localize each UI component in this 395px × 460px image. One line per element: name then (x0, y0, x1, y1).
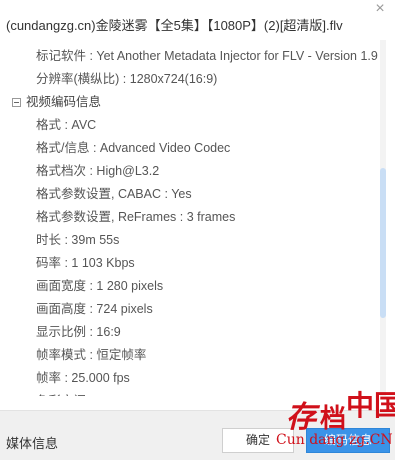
tree-row-label: 画面宽度 : 1 280 pixels (36, 279, 164, 293)
tree-info-row: 格式 : AVC (36, 114, 96, 136)
tree-info-row: 分辨率(横纵比) : 1280x724(16:9) (36, 68, 217, 90)
tree-info-row: 码率 : 1 103 Kbps (36, 252, 135, 274)
tree-section-header[interactable]: 视频编码信息 (12, 91, 101, 113)
close-icon[interactable]: × (371, 0, 389, 18)
tree-row-label: 视频编码信息 (26, 95, 102, 109)
tree-info-row: 色彩空间 : YUV (36, 390, 122, 396)
tree-row-label: 显示比例 : 16:9 (36, 325, 121, 339)
media-info-dialog: (cundangzg.cn)金陵迷雾【全5集】【1080P】(2)[超清版].f… (0, 0, 395, 460)
tree-info-row: 帧率模式 : 恒定帧率 (36, 344, 146, 366)
tree-row-label: 格式档次 : High@L3.2 (36, 164, 160, 178)
footer-bar: 媒体信息 确定 编码信息 (0, 410, 395, 460)
window-title: (cundangzg.cn)金陵迷雾【全5集】【1080P】(2)[超清版].f… (6, 18, 343, 33)
tree-row-label: 帧率模式 : 恒定帧率 (36, 348, 147, 362)
tree-info-row: 画面高度 : 724 pixels (36, 298, 153, 320)
tree-row-label: 画面高度 : 724 pixels (36, 302, 153, 316)
vertical-scrollbar[interactable] (380, 40, 386, 396)
edit-codec-button[interactable]: 编码信息 (306, 428, 390, 453)
tree-row-label: 格式/信息 : Advanced Video Codec (36, 141, 231, 155)
ok-button[interactable]: 确定 (222, 428, 294, 453)
tree-info-row: 时长 : 39m 55s (36, 229, 119, 251)
tree-row-label: 码率 : 1 103 Kbps (36, 256, 135, 270)
tree-info-row: 格式参数设置, ReFrames : 3 frames (36, 206, 235, 228)
tree-row-label: 格式 : AVC (36, 118, 97, 132)
info-tree: 标记软件 : Yet Another Metadata Injector for… (0, 38, 379, 396)
tree-row-label: 格式参数设置, CABAC : Yes (36, 187, 192, 201)
scrollbar-thumb[interactable] (380, 168, 386, 318)
tree-row-label: 格式参数设置, ReFrames : 3 frames (36, 210, 236, 224)
footer-label: 媒体信息 (6, 436, 59, 451)
tree-info-row: 显示比例 : 16:9 (36, 321, 121, 343)
tree-info-row: 格式/信息 : Advanced Video Codec (36, 137, 230, 159)
tree-info-row: 格式参数设置, CABAC : Yes (36, 183, 192, 205)
tree-row-label: 时长 : 39m 55s (36, 233, 120, 247)
tree-row-label: 色彩空间 : YUV (36, 394, 122, 396)
tree-info-row: 标记软件 : Yet Another Metadata Injector for… (36, 45, 378, 67)
title-bar: (cundangzg.cn)金陵迷雾【全5集】【1080P】(2)[超清版].f… (0, 0, 395, 40)
tree-info-row: 帧率 : 25.000 fps (36, 367, 130, 389)
tree-row-label: 分辨率(横纵比) : 1280x724(16:9) (36, 72, 218, 86)
tree-row-label: 标记软件 : Yet Another Metadata Injector for… (36, 49, 378, 63)
tree-info-row: 画面宽度 : 1 280 pixels (36, 275, 163, 297)
collapse-toggle-icon[interactable] (12, 98, 21, 107)
tree-row-label: 帧率 : 25.000 fps (36, 371, 130, 385)
tree-info-row: 格式档次 : High@L3.2 (36, 160, 159, 182)
